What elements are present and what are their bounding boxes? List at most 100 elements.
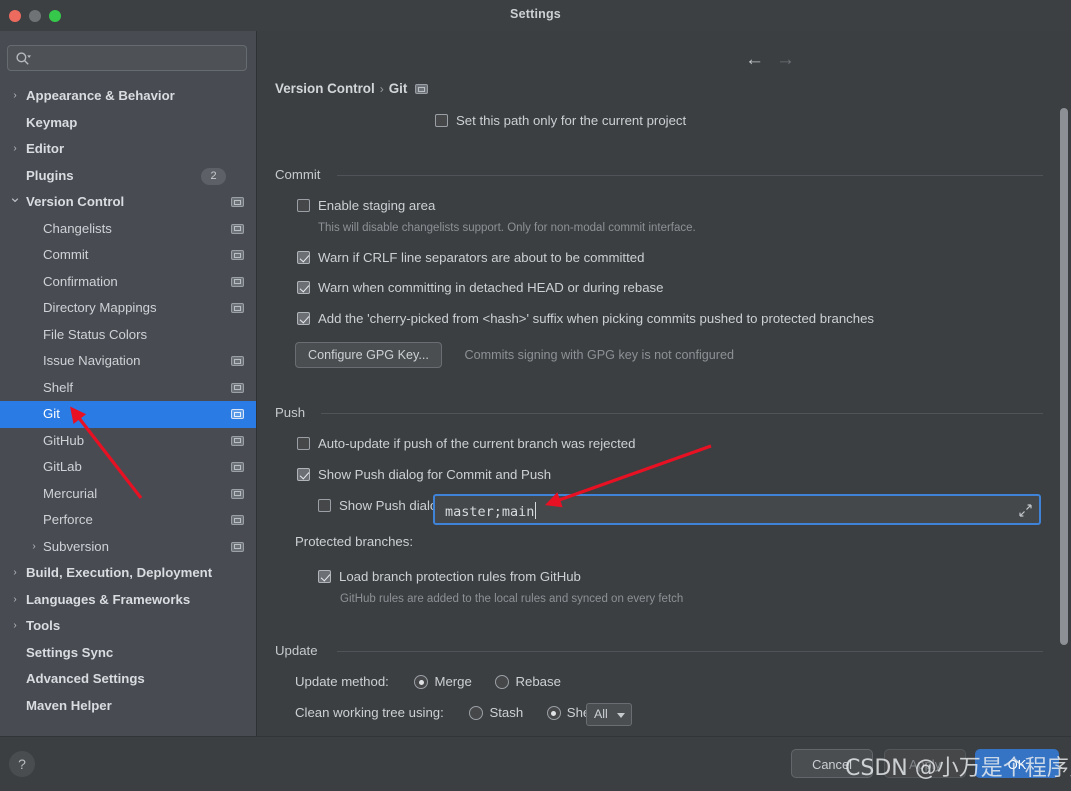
update-section-title: Update [275,643,326,658]
sidebar-item-file-status-colors[interactable]: File Status Colors [0,322,256,349]
sidebar-item-gitlab[interactable]: GitLab [0,454,256,481]
panel-icon[interactable] [231,303,244,313]
panel-icon[interactable] [231,250,244,260]
sidebar-item-git[interactable]: Git [0,401,256,428]
chevron-right-icon[interactable]: › [8,587,22,614]
load-rules-row[interactable]: Load branch protection rules from GitHub [318,569,581,584]
sidebar-item-settings-sync[interactable]: Settings Sync [0,640,256,667]
sidebar-item-perforce[interactable]: Perforce [0,507,256,534]
clean-tree-stash-radio[interactable] [469,706,483,720]
enable-staging-checkbox[interactable] [297,199,310,212]
show-push-protected-checkbox[interactable] [318,499,331,512]
sidebar-item-advanced-settings[interactable]: Advanced Settings [0,666,256,693]
update-method-merge-option[interactable]: Merge [414,674,471,689]
filter-paths-value: All [594,707,608,721]
panel-icon[interactable] [231,515,244,525]
chevron-right-icon[interactable]: › [27,534,41,561]
clean-tree-stash-option[interactable]: Stash [469,705,523,720]
set-path-option-row[interactable]: Set this path only for the current proje… [435,113,686,128]
sidebar-item-label: Maven Helper [26,693,112,720]
chevron-right-icon[interactable]: › [8,613,22,640]
sidebar-item-languages-frameworks[interactable]: ›Languages & Frameworks [0,587,256,614]
settings-content: Set this path only for the current proje… [257,31,1071,736]
panel-icon[interactable] [231,462,244,472]
panel-icon[interactable] [231,489,244,499]
update-method-row: Update method: Merge Rebase [295,674,561,689]
panel-icon[interactable] [231,277,244,287]
auto-update-checkbox[interactable] [297,437,310,450]
panel-icon[interactable] [231,542,244,552]
set-path-label: Set this path only for the current proje… [456,113,686,128]
sidebar-item-label: Perforce [43,507,93,534]
sidebar-item-tools[interactable]: ›Tools [0,613,256,640]
sidebar-item-editor[interactable]: ›Editor [0,136,256,163]
update-method-rebase-option[interactable]: Rebase [495,674,560,689]
update-section-divider [337,651,1043,652]
sidebar-item-label: Issue Navigation [43,348,141,375]
warn-detached-checkbox[interactable] [297,281,310,294]
warn-crlf-checkbox[interactable] [297,251,310,264]
clean-tree-shelve-radio[interactable] [547,706,561,720]
sidebar-item-keymap[interactable]: Keymap [0,110,256,137]
gpg-row: Configure GPG Key... Commits signing wit… [295,342,734,368]
sidebar-item-plugins[interactable]: Plugins2 [0,163,256,190]
sidebar-item-appearance-behavior[interactable]: ›Appearance & Behavior [0,83,256,110]
sidebar-item-commit[interactable]: Commit [0,242,256,269]
sidebar-item-label: GitLab [43,454,82,481]
clean-tree-label: Clean working tree using: [295,705,444,720]
sidebar-item-github[interactable]: GitHub [0,428,256,455]
help-button[interactable]: ? [9,751,35,777]
sidebar-item-issue-navigation[interactable]: Issue Navigation [0,348,256,375]
show-push-dialog-checkbox[interactable] [297,468,310,481]
panel-icon[interactable] [231,356,244,366]
commit-section-header: Commit [275,167,1053,183]
set-path-checkbox[interactable] [435,114,448,127]
panel-icon[interactable] [231,197,244,207]
sidebar-item-changelists[interactable]: Changelists [0,216,256,243]
sidebar-item-label: Confirmation [43,269,118,296]
update-method-rebase-radio[interactable] [495,675,509,689]
vertical-scrollbar[interactable] [1060,108,1068,645]
panel-icon[interactable] [231,436,244,446]
nav-back-button[interactable]: ← [745,50,764,69]
title-bar: Settings [0,0,1071,31]
sidebar-item-label: Tools [26,613,60,640]
sidebar-item-label: Commit [43,242,88,269]
sidebar-item-mercurial[interactable]: Mercurial [0,481,256,508]
update-method-label: Update method: [295,674,389,689]
filter-paths-dropdown[interactable]: All [586,703,632,726]
sidebar-item-confirmation[interactable]: Confirmation [0,269,256,296]
search-box[interactable] [7,45,247,71]
protected-branches-field[interactable] [433,494,1041,525]
expand-icon[interactable] [1019,504,1032,517]
sidebar-item-maven-helper[interactable]: Maven Helper [0,693,256,720]
protected-branches-input[interactable] [443,500,987,523]
sidebar-item-label: Subversion [43,534,109,561]
show-push-dialog-row[interactable]: Show Push dialog for Commit and Push [297,467,551,482]
panel-icon[interactable] [231,383,244,393]
sidebar-item-label: Build, Execution, Deployment [26,560,212,587]
auto-update-row[interactable]: Auto-update if push of the current branc… [297,436,635,451]
cherry-picked-row[interactable]: Add the 'cherry-picked from <hash>' suff… [297,311,874,326]
sidebar-item-directory-mappings[interactable]: Directory Mappings [0,295,256,322]
warn-crlf-row[interactable]: Warn if CRLF line separators are about t… [297,250,644,265]
sidebar-item-build-execution-deployment[interactable]: ›Build, Execution, Deployment [0,560,256,587]
sidebar-item-shelf[interactable]: Shelf [0,375,256,402]
enable-staging-row[interactable]: Enable staging area [297,198,435,213]
warn-detached-row[interactable]: Warn when committing in detached HEAD or… [297,280,663,295]
load-rules-checkbox[interactable] [318,570,331,583]
chevron-right-icon[interactable]: › [8,136,22,163]
chevron-down-icon[interactable]: ⌄ [8,185,22,212]
enable-staging-label: Enable staging area [318,198,435,213]
chevron-right-icon[interactable]: › [8,560,22,587]
cherry-picked-checkbox[interactable] [297,312,310,325]
sidebar-item-subversion[interactable]: ›Subversion [0,534,256,561]
update-method-merge-radio[interactable] [414,675,428,689]
sidebar-item-version-control[interactable]: ⌄Version Control [0,189,256,216]
chevron-right-icon[interactable]: › [8,83,22,110]
configure-gpg-key-button[interactable]: Configure GPG Key... [295,342,442,368]
search-input[interactable] [38,46,242,72]
panel-icon[interactable] [231,224,244,234]
panel-icon[interactable] [231,409,244,419]
nav-forward-button[interactable]: → [776,50,795,69]
